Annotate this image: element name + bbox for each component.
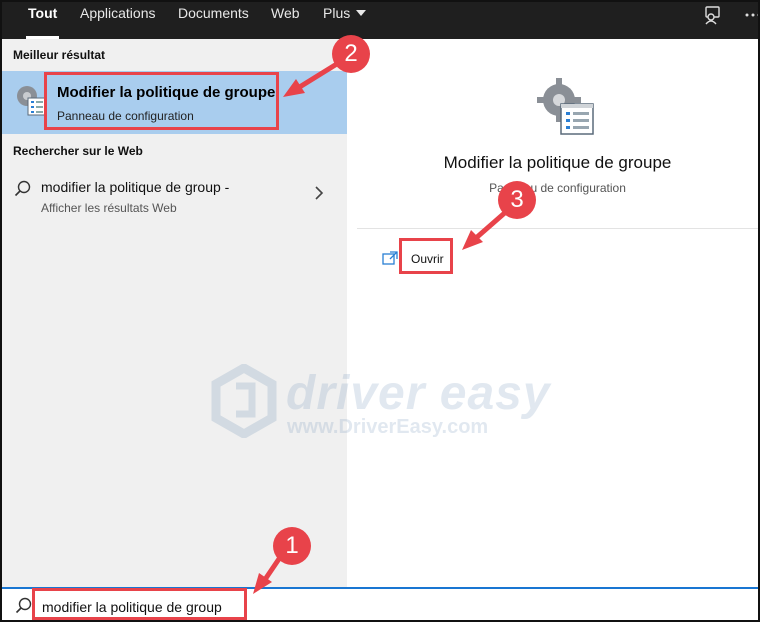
web-result-subtitle: Afficher les résultats Web — [41, 201, 177, 215]
annotation-badge-2: 2 — [332, 35, 370, 73]
group-policy-icon — [17, 86, 46, 116]
preview-panel: Modifier la politique de groupe Panneau … — [357, 39, 758, 587]
chevron-right-icon[interactable] — [314, 186, 324, 200]
caret-down-icon — [356, 10, 367, 16]
search-scope-tabs: Tout Applications Documents Web Plus — [2, 2, 758, 39]
search-input[interactable]: modifier la politique de group — [42, 599, 222, 615]
web-search-result[interactable]: modifier la politique de group - Affiche… — [2, 169, 347, 219]
web-result-title: modifier la politique de group - — [41, 179, 230, 195]
more-options-icon[interactable] — [742, 4, 760, 26]
open-icon — [382, 251, 398, 265]
search-window: Tout Applications Documents Web Plus Mei… — [0, 0, 760, 622]
search-icon — [14, 180, 31, 197]
divider — [357, 228, 758, 229]
search-box[interactable]: modifier la politique de group — [2, 587, 758, 620]
tab-applications[interactable]: Applications — [80, 2, 156, 39]
tab-web[interactable]: Web — [271, 2, 300, 39]
best-match-subtitle: Panneau de configuration — [57, 109, 194, 123]
preview-title: Modifier la politique de groupe — [443, 153, 672, 172]
annotation-badge-3: 3 — [498, 181, 536, 219]
annotation-badge-1: 1 — [273, 527, 311, 565]
results-panel: Meilleur résultat Modifier la politique … — [2, 39, 347, 587]
preview-subtitle: Panneau de configuration — [489, 181, 626, 195]
web-search-heading: Rechercher sur le Web — [13, 144, 143, 158]
best-match-title: Modifier la politique de groupe — [57, 84, 276, 101]
search-icon — [15, 597, 32, 614]
tab-all[interactable]: Tout — [25, 2, 60, 39]
open-label: Ouvrir — [411, 252, 444, 266]
tab-documents[interactable]: Documents — [178, 2, 249, 39]
best-match-result[interactable]: Modifier la politique de groupe Panneau … — [2, 71, 347, 134]
feedback-icon[interactable] — [702, 4, 724, 26]
best-match-heading: Meilleur résultat — [13, 48, 106, 62]
tab-more[interactable]: Plus — [323, 2, 367, 39]
group-policy-icon — [537, 78, 594, 135]
